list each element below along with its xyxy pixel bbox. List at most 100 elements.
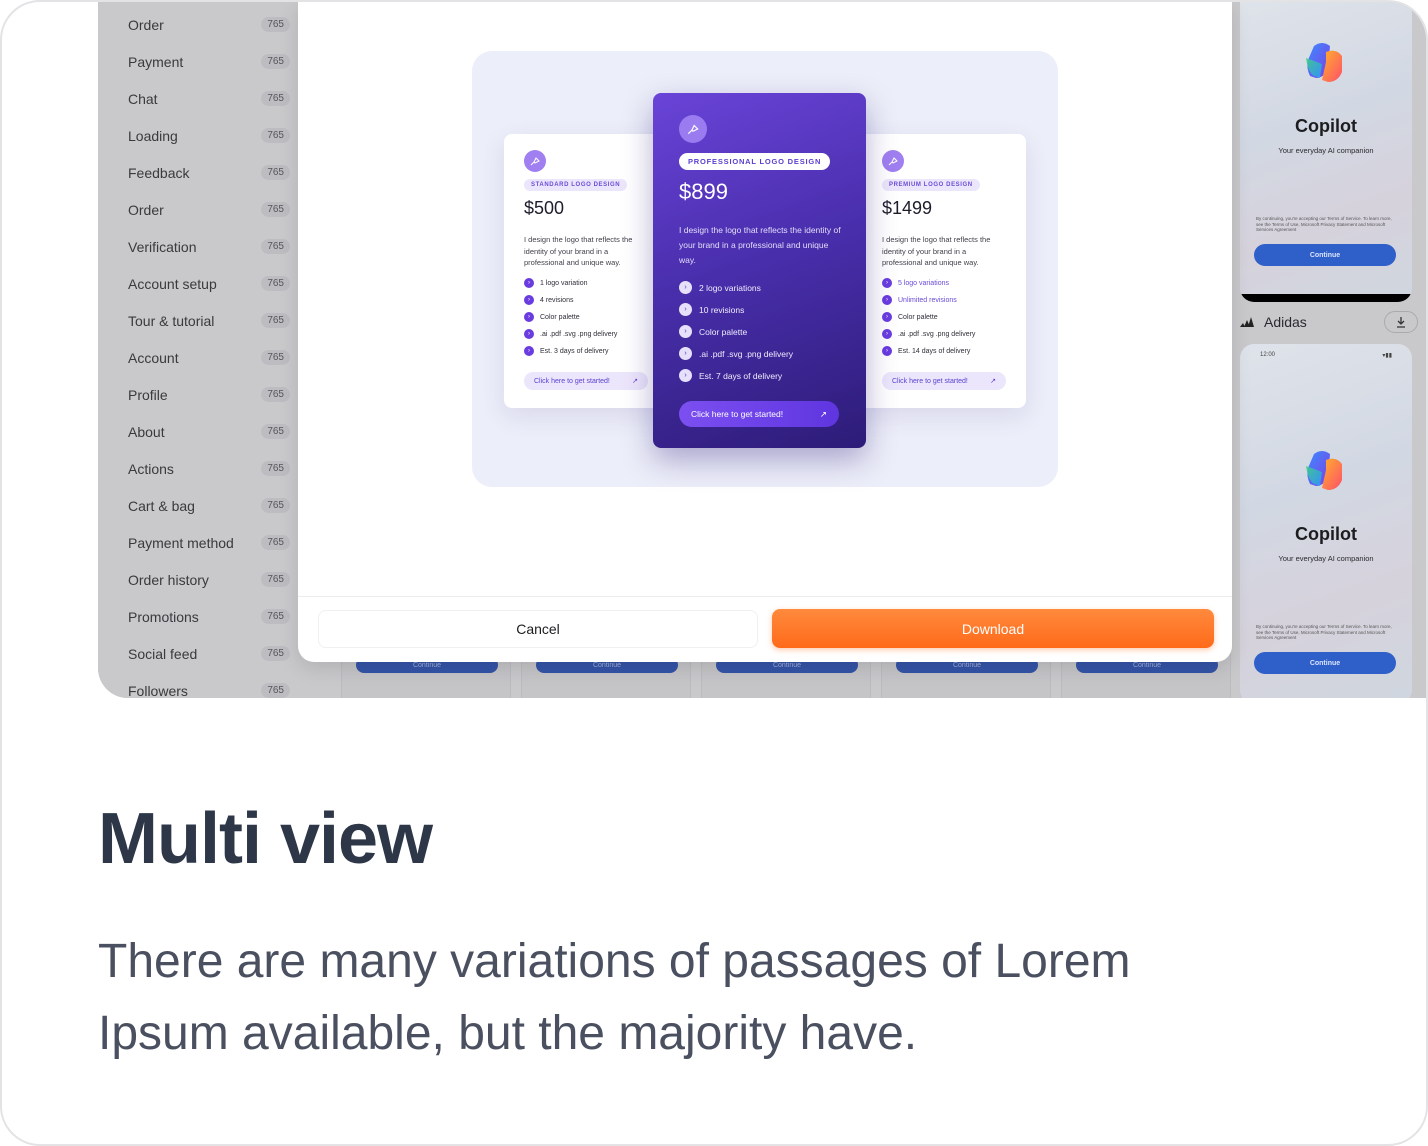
sidebar-item-followers[interactable]: Followers 765 (98, 672, 298, 698)
plan-price: $899 (679, 179, 728, 204)
check-icon: › (882, 346, 892, 356)
plan-feature: › 4 revisions (524, 295, 573, 305)
sidebar-item-profile[interactable]: Profile 765 (98, 376, 298, 413)
sidebar-item-count: 765 (261, 54, 290, 69)
sidebar-item-count: 765 (261, 165, 290, 180)
plan-card-standard: STANDARD LOGO DESIGN $500 I design the l… (504, 134, 678, 408)
sidebar-item-verification[interactable]: Verification 765 (98, 228, 298, 265)
app-row-adidas[interactable]: Adidas (1240, 308, 1418, 336)
sidebar-item-label: Promotions (128, 608, 199, 625)
sidebar-item-label: Followers (128, 682, 188, 699)
modal-divider (298, 596, 1232, 597)
plan-price: $1499 (882, 198, 933, 218)
sidebar-item-order[interactable]: Order 765 (98, 6, 298, 43)
plan-cta-button[interactable]: Click here to get started! ↗ (882, 372, 1006, 390)
pen-tool-icon (679, 115, 707, 143)
check-icon: › (679, 303, 692, 316)
sidebar-item-label: Order history (128, 571, 209, 588)
check-icon: › (679, 281, 692, 294)
status-bar: 12:00 ▾▮▮ (1260, 352, 1392, 359)
sidebar-item-label: Payment method (128, 534, 234, 551)
sidebar-item-payment-method[interactable]: Payment method 765 (98, 524, 298, 561)
sidebar-item-count: 765 (261, 387, 290, 402)
sidebar-item-count: 765 (261, 683, 290, 698)
sidebar-item-count: 765 (261, 646, 290, 661)
sidebar-item-count: 765 (261, 535, 290, 550)
sidebar-item-order-2[interactable]: Order 765 (98, 191, 298, 228)
plan-cta-button[interactable]: Click here to get started! ↗ (679, 401, 839, 427)
check-icon: › (524, 278, 534, 288)
sidebar-item-label: Order (128, 201, 164, 218)
sidebar-item-count: 765 (261, 276, 290, 291)
sidebar-item-cart-bag[interactable]: Cart & bag 765 (98, 487, 298, 524)
sidebar-item-count: 765 (261, 572, 290, 587)
sidebar-item-label: Feedback (128, 164, 190, 181)
pen-tool-icon (524, 150, 546, 172)
check-icon: › (524, 312, 534, 322)
plan-card-premium: PREMIUM LOGO DESIGN $1499 I design the l… (852, 134, 1026, 408)
sidebar-item-about[interactable]: About 765 (98, 413, 298, 450)
sidebar-item-count: 765 (261, 424, 290, 439)
app-title: Copilot (1295, 116, 1357, 136)
plan-cta-button[interactable]: Click here to get started! ↗ (524, 372, 648, 390)
download-button[interactable]: Download (772, 609, 1214, 648)
sidebar-item-label: Cart & bag (128, 497, 195, 514)
home-indicator (1240, 294, 1412, 302)
sidebar-item-feedback[interactable]: Feedback 765 (98, 154, 298, 191)
download-icon[interactable] (1384, 311, 1418, 333)
adidas-logo-icon (1240, 317, 1254, 327)
sidebar-item-promotions[interactable]: Promotions 765 (98, 598, 298, 635)
sidebar-item-label: Tour & tutorial (128, 312, 215, 329)
card-description: There are many variations of passages of… (98, 935, 1131, 1060)
sidebar-item-tour-tutorial[interactable]: Tour & tutorial 765 (98, 302, 298, 339)
app-name: Adidas (1264, 314, 1307, 330)
sidebar-item-label: Verification (128, 238, 197, 255)
sidebar-item-count: 765 (261, 202, 290, 217)
sidebar-item-chat[interactable]: Chat 765 (98, 80, 298, 117)
pen-tool-icon (882, 150, 904, 172)
sidebar-item-actions[interactable]: Actions 765 (98, 450, 298, 487)
plan-feature: › Unlimited revisions (882, 295, 957, 305)
app-subtitle: Your everyday AI companion (1278, 554, 1374, 563)
sidebar-item-social-feed[interactable]: Social feed 765 (98, 635, 298, 672)
sidebar-item-order-history[interactable]: Order history 765 (98, 561, 298, 598)
phone-preview-copilot-2[interactable]: 12:00 ▾▮▮ Copilot Your everyday AI compa… (1240, 344, 1412, 698)
plan-card-professional: PROFESSIONAL LOGO DESIGN $899 I design t… (653, 93, 866, 448)
check-icon: › (882, 278, 892, 288)
sidebar-item-payment[interactable]: Payment 765 (98, 43, 298, 80)
check-icon: › (524, 346, 534, 356)
card-title: Multi view (98, 799, 433, 879)
sidebar-item-label: Loading (128, 127, 178, 144)
sidebar-item-label: Chat (128, 90, 158, 107)
arrow-up-right-icon: ↗ (632, 378, 638, 385)
check-icon: › (882, 312, 892, 322)
plan-feature: › 5 logo variations (882, 278, 949, 288)
sidebar-item-label: Account setup (128, 275, 217, 292)
preview-modal: STANDARD LOGO DESIGN $500 I design the l… (298, 2, 1232, 662)
check-icon: › (524, 295, 534, 305)
plan-feature: › Color palette (882, 312, 938, 322)
signal-battery-icon: ▾▮▮ (1382, 353, 1392, 359)
plan-feature: › Est. 7 days of delivery (679, 369, 782, 382)
check-icon: › (524, 329, 534, 339)
sidebar-item-count: 765 (261, 313, 290, 328)
plan-feature: › .ai .pdf .svg .png delivery (882, 329, 975, 339)
plan-description: I design the logo that reflects the iden… (882, 235, 991, 267)
phone-preview-copilot[interactable]: Copilot Your everyday AI companion By co… (1240, 2, 1412, 302)
arrow-up-right-icon: ↗ (990, 378, 996, 385)
sidebar-item-label: Account (128, 349, 179, 366)
app-subtitle: Your everyday AI companion (1278, 146, 1374, 155)
arrow-up-right-icon: ↗ (819, 408, 827, 419)
cancel-button[interactable]: Cancel (318, 610, 758, 648)
sidebar-item-account-setup[interactable]: Account setup 765 (98, 265, 298, 302)
sidebar-item-label: Order (128, 16, 164, 33)
sidebar-item-label: About (128, 423, 165, 440)
sidebar-item-account[interactable]: Account 765 (98, 339, 298, 376)
sidebar-item-loading[interactable]: Loading 765 (98, 117, 298, 154)
continue-button[interactable]: Continue (1254, 244, 1396, 266)
copilot-logo-icon (1306, 451, 1342, 490)
sidebar-item-count: 765 (261, 461, 290, 476)
continue-button[interactable]: Continue (1254, 652, 1396, 674)
plan-tag: PROFESSIONAL LOGO DESIGN (679, 153, 831, 170)
plan-feature: › Est. 14 days of delivery (882, 346, 970, 356)
